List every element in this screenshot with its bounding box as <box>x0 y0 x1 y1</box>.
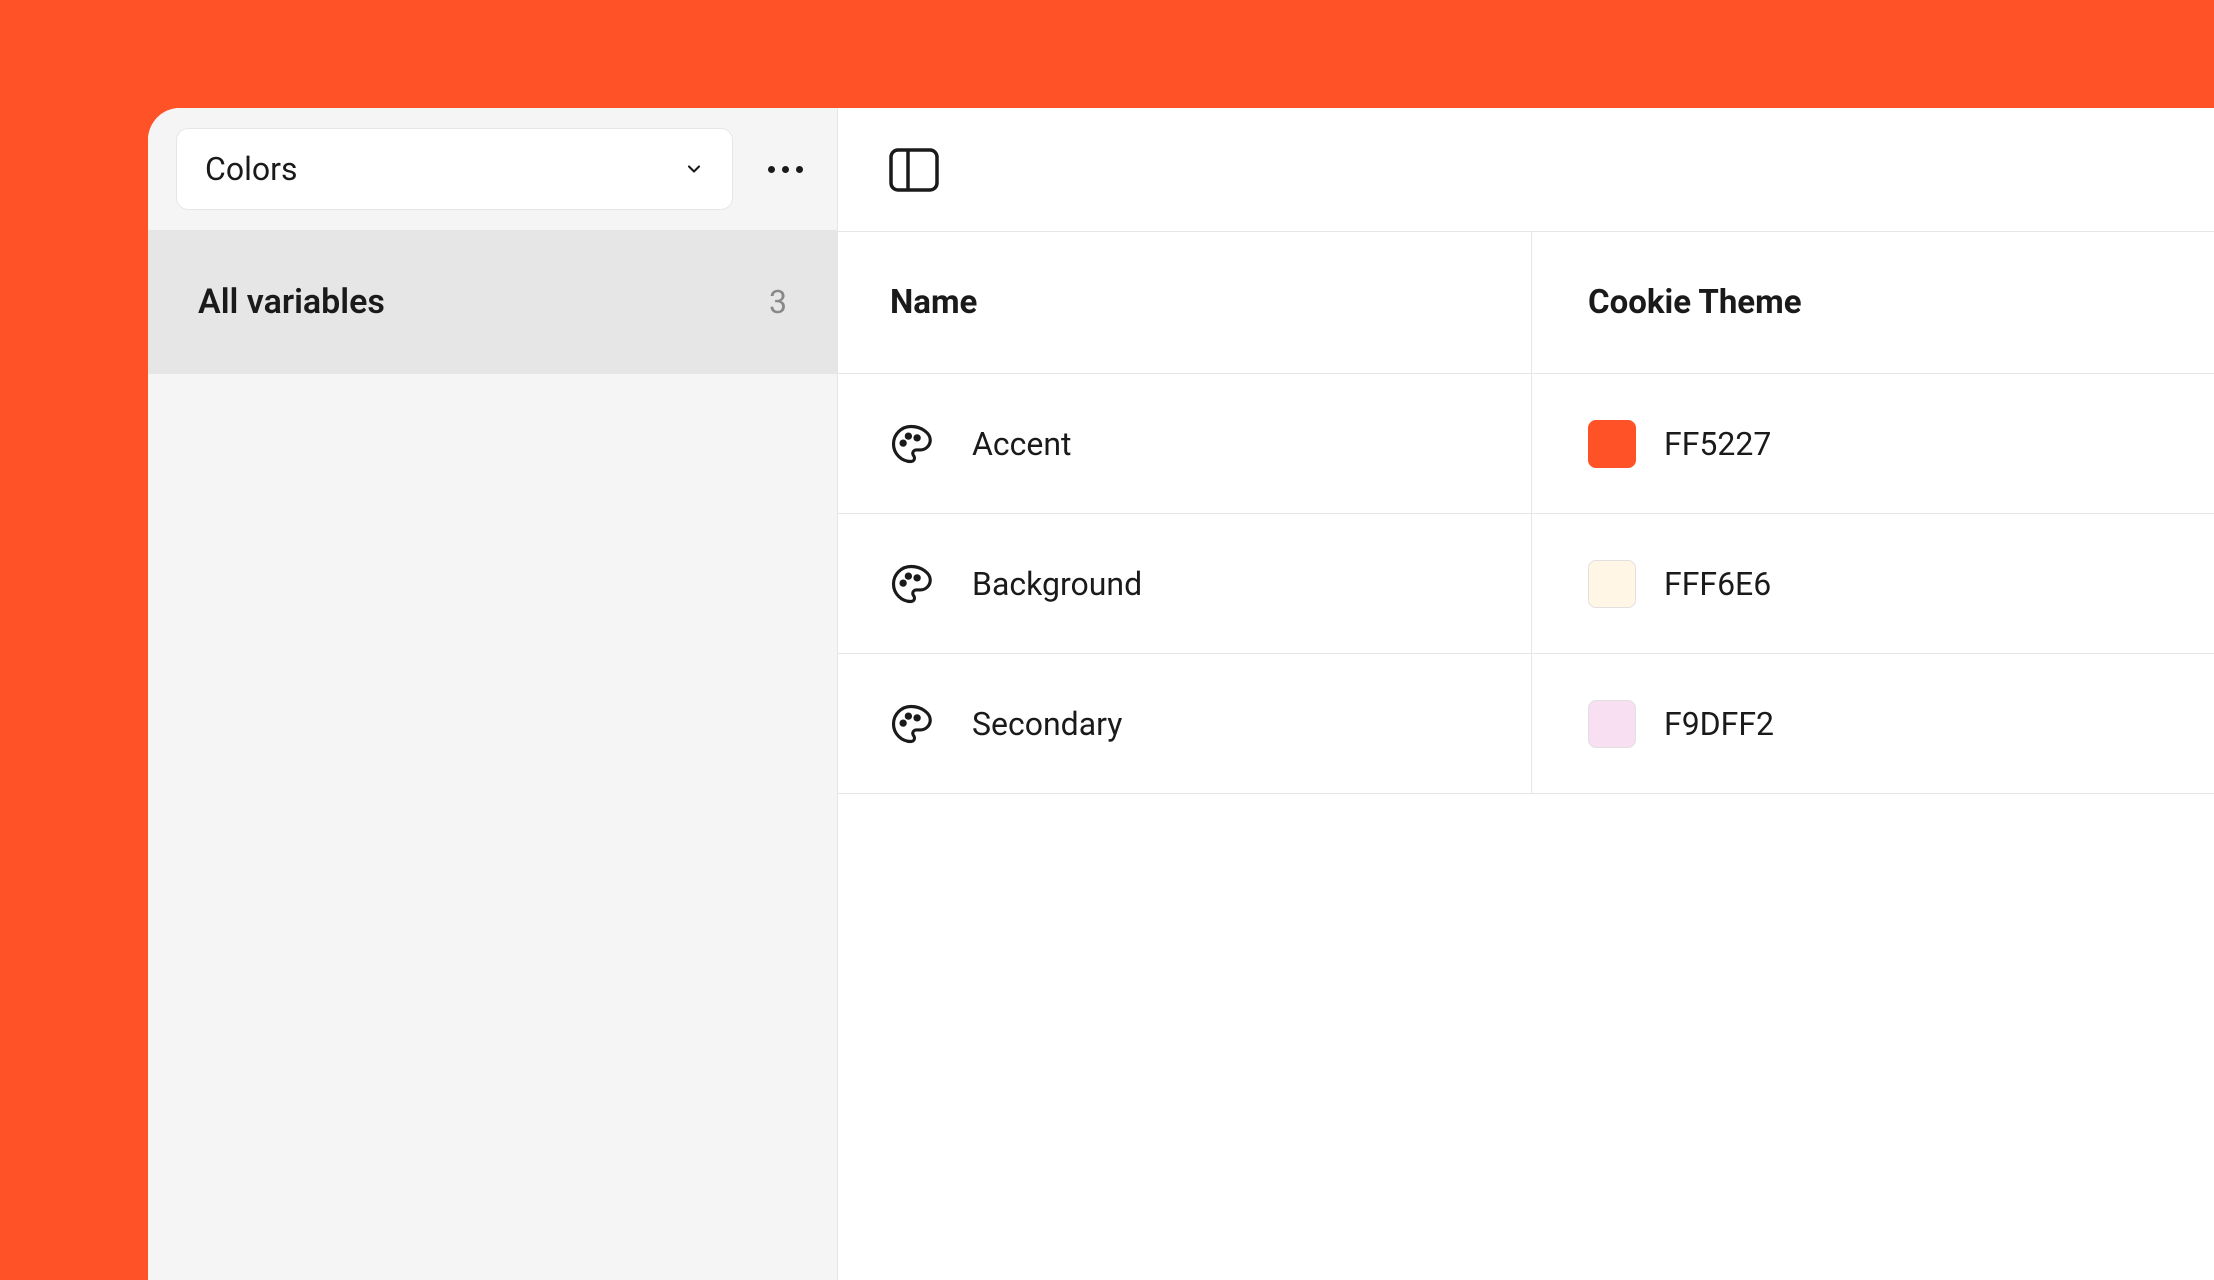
column-header-mode[interactable]: Cookie Theme <box>1532 232 2214 373</box>
sidebar-item-count: 3 <box>769 283 787 321</box>
table-row[interactable]: Background FFF6E6 <box>838 514 2214 654</box>
sidebar-item-all-variables[interactable]: All variables 3 <box>148 230 837 374</box>
palette-icon <box>890 703 932 745</box>
color-hex: FFF6E6 <box>1664 565 1771 603</box>
more-horizontal-icon <box>768 166 803 173</box>
column-header-name[interactable]: Name <box>838 232 1532 373</box>
table-row[interactable]: Accent FF5227 <box>838 374 2214 514</box>
more-options-button[interactable] <box>757 141 813 197</box>
main-content: Name Cookie Theme Accent <box>838 108 2214 1280</box>
variables-panel: Colors All variables 3 <box>148 108 2214 1280</box>
color-hex: FF5227 <box>1664 425 1771 463</box>
variable-name: Secondary <box>972 705 1122 743</box>
toolbar <box>838 108 2214 232</box>
color-hex: F9DFF2 <box>1664 705 1774 743</box>
color-swatch <box>1588 560 1636 608</box>
variable-name-cell[interactable]: Accent <box>838 374 1532 513</box>
variable-name-cell[interactable]: Secondary <box>838 654 1532 793</box>
variable-name: Accent <box>972 425 1071 463</box>
variable-value-cell[interactable]: FFF6E6 <box>1532 514 2214 653</box>
variable-name: Background <box>972 565 1142 603</box>
sidebar: Colors All variables 3 <box>148 108 838 1280</box>
sidebar-layout-icon <box>889 148 939 192</box>
table-header-row: Name Cookie Theme <box>838 232 2214 374</box>
variable-name-cell[interactable]: Background <box>838 514 1532 653</box>
variable-value-cell[interactable]: FF5227 <box>1532 374 2214 513</box>
collection-name: Colors <box>205 150 297 188</box>
collection-dropdown[interactable]: Colors <box>176 128 733 210</box>
sidebar-item-label: All variables <box>198 282 385 322</box>
chevron-down-icon <box>684 159 704 179</box>
table-row[interactable]: Secondary F9DFF2 <box>838 654 2214 794</box>
color-swatch <box>1588 420 1636 468</box>
palette-icon <box>890 423 932 465</box>
layout-toggle-button[interactable] <box>886 142 942 198</box>
variables-table: Name Cookie Theme Accent <box>838 232 2214 794</box>
palette-icon <box>890 563 932 605</box>
color-swatch <box>1588 700 1636 748</box>
variable-value-cell[interactable]: F9DFF2 <box>1532 654 2214 793</box>
sidebar-top: Colors <box>148 108 837 230</box>
